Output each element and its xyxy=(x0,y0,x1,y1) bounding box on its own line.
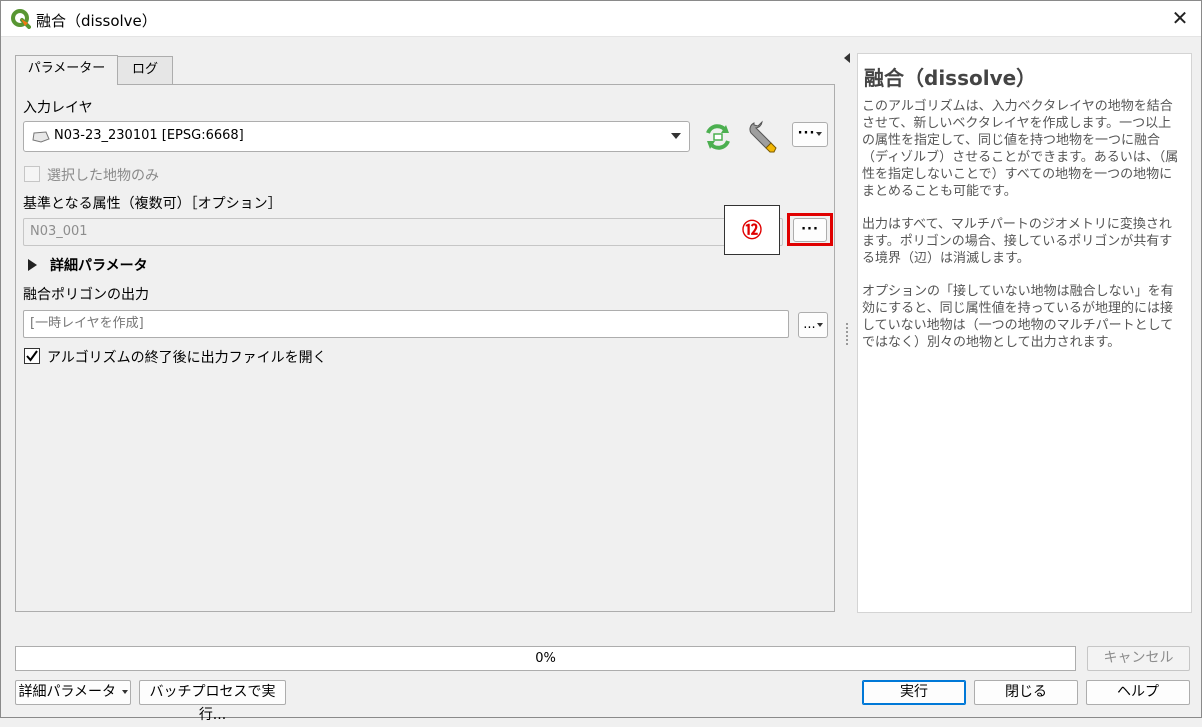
input-layer-value: N03-23_230101 [EPSG:6668] xyxy=(54,128,244,143)
dissolve-field-label: 基準となる属性（複数可）［オプション］ xyxy=(23,196,282,212)
help-body: このアルゴリズムは、入力ベクタレイヤの地物を結合させて、新しいベクタレイヤを作成… xyxy=(862,98,1184,367)
advanced-parameters-button[interactable]: 詳細パラメータ xyxy=(15,680,131,705)
output-options-button[interactable]: ... xyxy=(798,312,828,338)
input-layer-options-button[interactable]: ··· xyxy=(792,122,828,147)
batch-process-button[interactable]: バッチプロセスで実行... xyxy=(139,680,286,723)
help-paragraph: このアルゴリズムは、入力ベクタレイヤの地物を結合させて、新しいベクタレイヤを作成… xyxy=(862,99,1179,199)
splitter-handle[interactable] xyxy=(846,323,848,345)
tab-parameters[interactable]: パラメーター xyxy=(15,55,118,85)
help-button[interactable]: ヘルプ xyxy=(1086,680,1190,705)
close-icon[interactable]: ✕ xyxy=(1167,5,1193,31)
help-paragraph: オプションの「接していない地物は融合しない」を有効にすると、同じ属性値を持ってい… xyxy=(862,284,1174,350)
title-bar: 融合（dissolve） ✕ xyxy=(1,1,1201,37)
dissolve-field-input[interactable]: N03_001 xyxy=(23,218,783,246)
checkmark-icon xyxy=(26,350,38,362)
input-layer-combo[interactable]: N03-23_230101 [EPSG:6668] xyxy=(23,121,690,152)
progress-text: 0% xyxy=(535,651,556,666)
polygon-layer-icon xyxy=(32,131,50,143)
progress-bar: 0% xyxy=(15,646,1076,671)
advanced-parameters-toggle[interactable]: 詳細パラメータ xyxy=(50,255,148,275)
output-label: 融合ポリゴンの出力 xyxy=(23,287,149,303)
qgis-logo-icon xyxy=(11,9,31,29)
wrench-icon[interactable] xyxy=(746,119,780,153)
dissolve-dialog: 融合（dissolve） ✕ パラメーター ログ 入力レイヤ N03-23_23… xyxy=(0,0,1202,723)
ellipsis-icon: ... xyxy=(803,317,816,332)
tab-log[interactable]: ログ xyxy=(117,56,173,84)
cancel-button[interactable]: キャンセル xyxy=(1087,646,1190,671)
caret-down-icon xyxy=(816,131,823,136)
caret-down-icon xyxy=(816,322,823,327)
input-layer-label: 入力レイヤ xyxy=(23,100,93,116)
step-callout: ⑫ xyxy=(724,205,780,255)
caret-down-icon xyxy=(121,690,128,694)
highlight-box xyxy=(787,213,833,246)
ellipsis-icon: ··· xyxy=(797,126,816,141)
selected-only-checkbox[interactable] xyxy=(24,166,40,182)
expand-triangle-icon[interactable] xyxy=(28,259,37,271)
help-title: 融合（dissolve） xyxy=(864,66,1037,90)
collapse-arrow-icon[interactable] xyxy=(844,53,850,63)
help-pane: 融合（dissolve） このアルゴリズムは、入力ベクタレイヤの地物を結合させて… xyxy=(857,53,1192,613)
output-path-input[interactable]: [一時レイヤを作成] xyxy=(23,310,789,338)
open-output-label: アルゴリズムの終了後に出力ファイルを開く xyxy=(47,350,327,366)
open-output-checkbox[interactable] xyxy=(24,348,40,364)
iterate-icon[interactable] xyxy=(702,123,734,151)
chevron-down-icon xyxy=(671,133,681,139)
selected-only-label: 選択した地物のみ xyxy=(47,168,159,184)
advanced-parameters-button-label: 詳細パラメータ xyxy=(18,684,117,700)
close-button[interactable]: 閉じる xyxy=(974,680,1078,705)
help-paragraph: 出力はすべて、マルチパートのジオメトリに変換されます。ポリゴンの場合、接している… xyxy=(862,217,1173,266)
run-button[interactable]: 実行 xyxy=(862,680,966,705)
window-title: 融合（dissolve） xyxy=(36,12,157,30)
